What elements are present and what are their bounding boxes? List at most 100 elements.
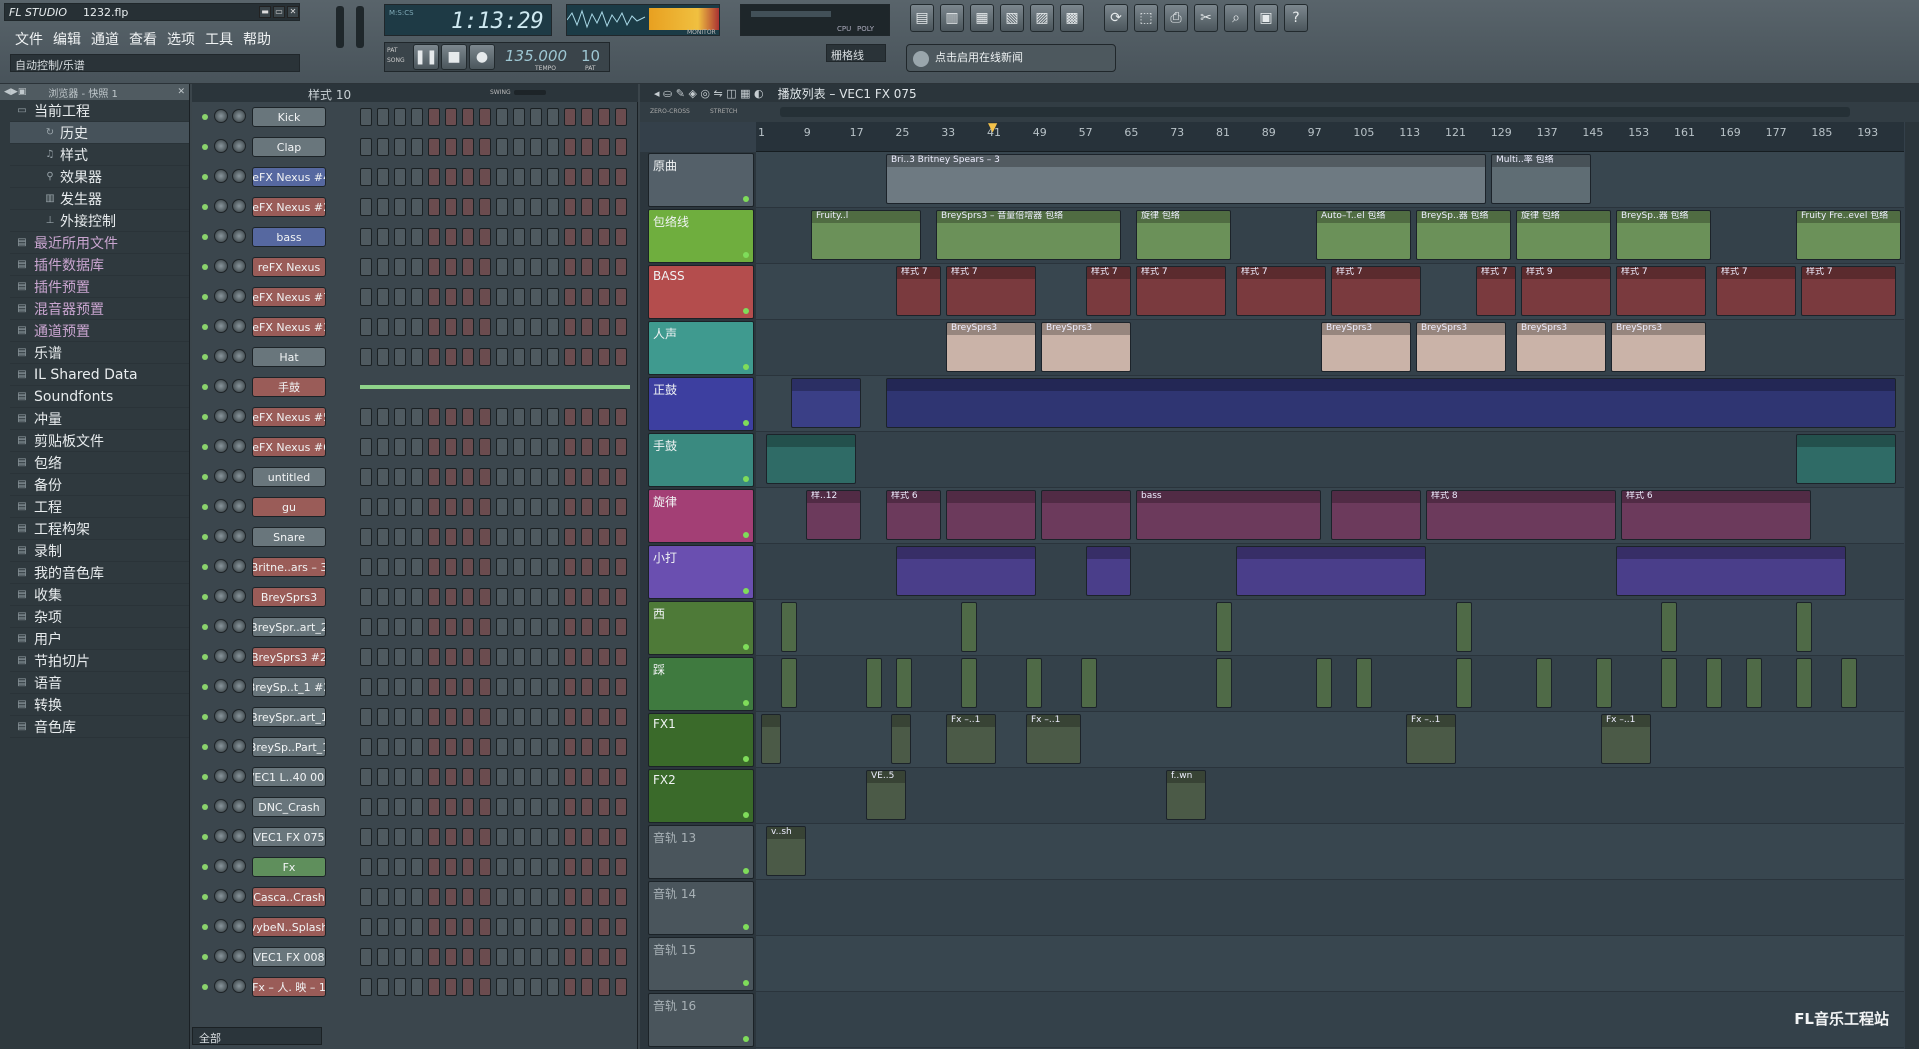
step-button[interactable]	[394, 198, 406, 216]
step-button[interactable]	[581, 438, 593, 456]
track-lane[interactable]: Bri..3 Britney Spears – 3 Multi..率 包络	[756, 152, 1904, 208]
step-button[interactable]	[462, 708, 474, 726]
pattern-clip[interactable]: 样式 7	[1136, 266, 1226, 316]
step-button[interactable]	[513, 318, 525, 336]
step-button[interactable]	[598, 828, 610, 846]
step-button[interactable]	[462, 648, 474, 666]
step-button[interactable]	[445, 318, 457, 336]
step-button[interactable]	[377, 108, 389, 126]
track-lane[interactable]	[756, 992, 1904, 1048]
step-button[interactable]	[445, 468, 457, 486]
volume-knob[interactable]	[232, 949, 246, 963]
step-button[interactable]	[564, 228, 576, 246]
pattern-clip[interactable]: 样式 9	[1521, 266, 1611, 316]
step-button[interactable]	[598, 948, 610, 966]
channel-led[interactable]	[202, 654, 208, 660]
step-button[interactable]	[394, 108, 406, 126]
track-led[interactable]	[743, 700, 749, 706]
step-button[interactable]	[479, 948, 491, 966]
channel-name-button[interactable]: Casca..Crash	[252, 887, 326, 907]
step-button[interactable]	[445, 948, 457, 966]
step-button[interactable]	[547, 888, 559, 906]
step-button[interactable]	[462, 348, 474, 366]
pattern-clip[interactable]: 样式 7	[1086, 266, 1131, 316]
browser-item[interactable]: ▭ 当前工程	[10, 100, 189, 122]
sample-clip[interactable]	[1456, 658, 1472, 708]
step-button[interactable]	[360, 858, 372, 876]
step-button[interactable]	[615, 828, 627, 846]
pattern-clip[interactable]: 样式 8	[1426, 490, 1616, 540]
channel-name-button[interactable]: BreySpr..art_1	[252, 707, 326, 727]
sample-clip[interactable]	[781, 658, 797, 708]
step-button[interactable]	[530, 708, 542, 726]
step-button[interactable]	[462, 528, 474, 546]
step-button[interactable]	[564, 648, 576, 666]
step-button[interactable]	[513, 918, 525, 936]
step-button[interactable]	[581, 138, 593, 156]
sample-clip[interactable]	[1081, 658, 1097, 708]
step-button[interactable]	[598, 408, 610, 426]
channel-led[interactable]	[202, 444, 208, 450]
step-button[interactable]	[428, 408, 440, 426]
step-button[interactable]	[615, 438, 627, 456]
step-button[interactable]	[445, 918, 457, 936]
step-button[interactable]	[428, 888, 440, 906]
step-button[interactable]	[377, 438, 389, 456]
pattern-clip[interactable]: 样式 6	[886, 490, 941, 540]
volume-knob[interactable]	[232, 889, 246, 903]
step-button[interactable]	[496, 918, 508, 936]
step-button[interactable]	[581, 978, 593, 996]
step-button[interactable]	[598, 138, 610, 156]
step-button[interactable]	[581, 618, 593, 636]
channel-name-button[interactable]: reFX Nexus #6	[252, 437, 326, 457]
step-button[interactable]	[360, 768, 372, 786]
step-button[interactable]	[462, 498, 474, 516]
pattern-clip[interactable]	[1796, 434, 1896, 484]
step-button[interactable]	[462, 228, 474, 246]
channel-led[interactable]	[202, 174, 208, 180]
track-header[interactable]: 小打	[648, 545, 754, 599]
step-button[interactable]	[496, 948, 508, 966]
step-button[interactable]	[411, 168, 423, 186]
channel-name-button[interactable]: vybeN..Splash	[252, 917, 326, 937]
volume-knob[interactable]	[232, 649, 246, 663]
step-button[interactable]	[428, 828, 440, 846]
step-button[interactable]	[360, 948, 372, 966]
timeline-ruler[interactable]: 1 9 17 25 33 41 49 57 65 73 81 89 97 105 113 121 129 137 1…	[756, 120, 1904, 152]
step-button[interactable]	[496, 408, 508, 426]
channel-led[interactable]	[202, 564, 208, 570]
channel-led[interactable]	[202, 504, 208, 510]
step-button[interactable]	[581, 708, 593, 726]
channel-led[interactable]	[202, 834, 208, 840]
step-button[interactable]	[479, 648, 491, 666]
pan-knob[interactable]	[214, 469, 228, 483]
channel-name-button[interactable]: Kick	[252, 107, 326, 127]
step-button[interactable]	[377, 318, 389, 336]
step-button[interactable]	[513, 168, 525, 186]
step-button[interactable]	[564, 798, 576, 816]
step-button[interactable]	[445, 558, 457, 576]
pattern-clip[interactable]: VE..5	[866, 770, 906, 820]
channel-led[interactable]	[202, 294, 208, 300]
track-header[interactable]: 西	[648, 601, 754, 655]
plugins-icon[interactable]: ▩	[1060, 4, 1084, 32]
step-button[interactable]	[394, 588, 406, 606]
step-button[interactable]	[564, 108, 576, 126]
pattern-clip[interactable]	[766, 434, 856, 484]
step-button[interactable]	[394, 978, 406, 996]
step-button[interactable]	[598, 768, 610, 786]
step-button[interactable]	[547, 858, 559, 876]
step-button[interactable]	[462, 888, 474, 906]
step-button[interactable]	[394, 408, 406, 426]
step-button[interactable]	[445, 828, 457, 846]
step-button[interactable]	[479, 288, 491, 306]
step-button[interactable]	[462, 168, 474, 186]
step-button[interactable]	[394, 348, 406, 366]
step-button[interactable]	[598, 528, 610, 546]
step-button[interactable]	[513, 708, 525, 726]
step-button[interactable]	[513, 948, 525, 966]
step-button[interactable]	[513, 798, 525, 816]
track-header[interactable]: 音轨 16	[648, 993, 754, 1047]
step-button[interactable]	[411, 138, 423, 156]
step-button[interactable]	[530, 648, 542, 666]
